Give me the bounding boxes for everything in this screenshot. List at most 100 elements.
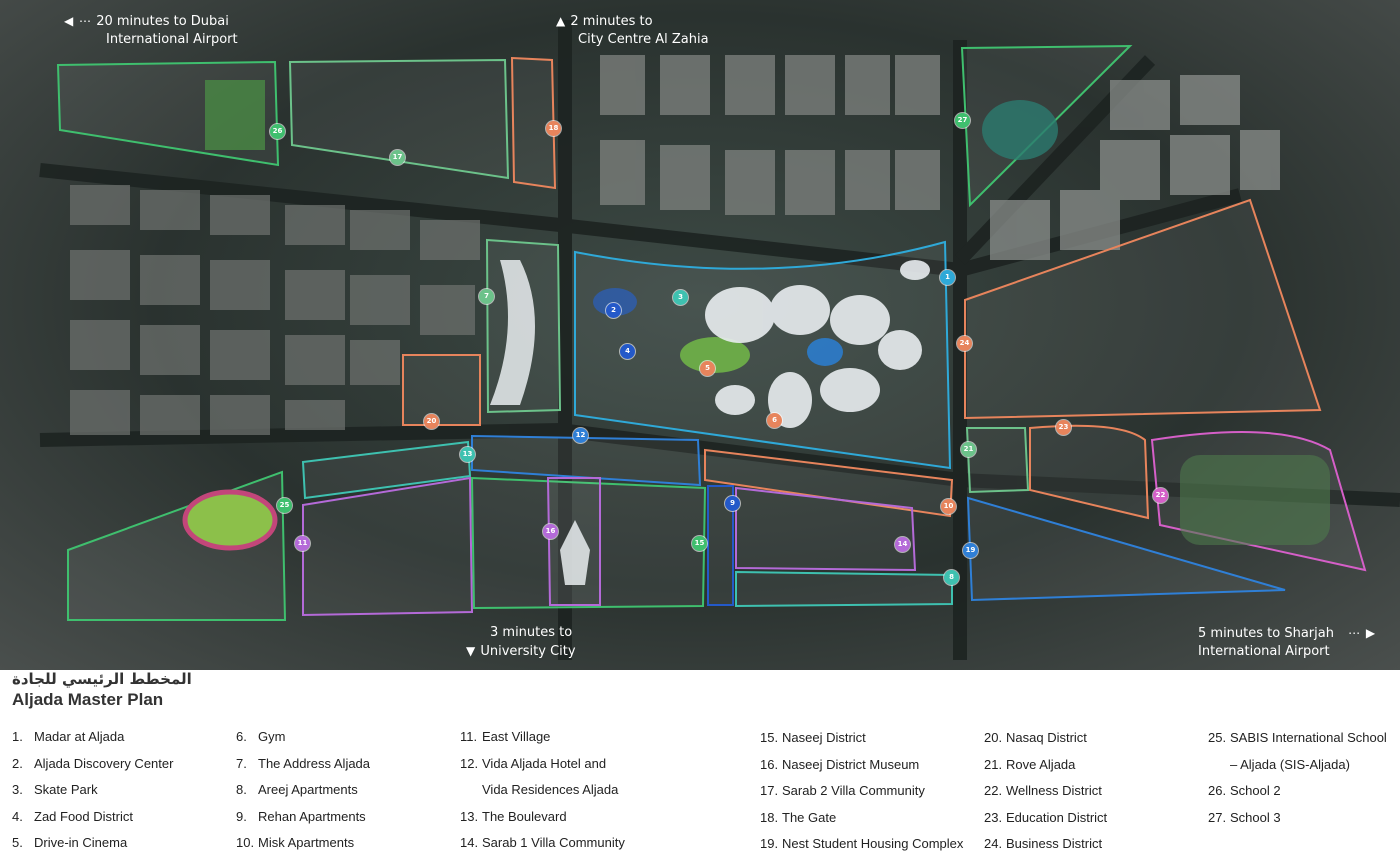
legend-item: 14. Sarab 1 Villa Community — [460, 834, 625, 861]
legend-item-number: 9. — [236, 808, 247, 824]
zone-marker-15[interactable]: 15 — [692, 536, 707, 551]
legend-item-label: Rove Aljada — [1006, 756, 1076, 772]
legend-item: 17. Sarab 2 Villa Community — [760, 782, 963, 809]
legend-item: 10. Misk Apartments — [236, 834, 370, 861]
zone-marker-22[interactable]: 22 — [1153, 488, 1168, 503]
legend-item: 24. Business District — [984, 835, 1107, 862]
legend-item: 4. Zad Food District — [12, 808, 173, 835]
legend-item: 6. Gym — [236, 728, 370, 755]
legend-item: 3. Skate Park — [12, 781, 173, 808]
legend-item: 11. East Village — [460, 728, 625, 755]
legend-item: 22. Wellness District — [984, 782, 1107, 809]
direction-line1: 20 minutes to Dubai — [96, 14, 229, 29]
legend-item-label: Wellness District — [1006, 783, 1102, 798]
legend-item-label: Gym — [258, 729, 286, 744]
legend-item-label: Nasaq District — [1006, 730, 1087, 745]
down-arrow-icon: ▼ — [466, 644, 477, 658]
legend-item-number: 18. — [760, 809, 779, 825]
legend-item: 16. Naseej District Museum — [760, 756, 963, 783]
zone-marker-5[interactable]: 5 — [700, 361, 715, 376]
zone-marker-12[interactable]: 12 — [573, 428, 588, 443]
legend-item-label: SABIS International School — [1230, 730, 1387, 745]
zone-marker-8[interactable]: 8 — [944, 570, 959, 585]
direction-line2: University City — [480, 644, 576, 659]
legend-item-number: 14. — [460, 835, 479, 850]
legend-item-number: 17. — [760, 783, 779, 798]
zone-marker-26[interactable]: 26 — [270, 124, 285, 139]
zone-marker-11[interactable]: 11 — [295, 536, 310, 551]
legend-item: 15. Naseej District — [760, 729, 963, 756]
zone-marker-3[interactable]: 3 — [673, 290, 688, 305]
legend-item-number: 1. — [12, 729, 23, 744]
direction-university-city: 3 minutes to ▼ University City — [466, 624, 576, 661]
direction-line1: 3 minutes to — [490, 625, 573, 640]
legend-column-5: 20. Nasaq District 21. Rove Aljada 22. Wellne… — [984, 729, 1107, 862]
legend-item: 21. Rove Aljada — [984, 756, 1107, 783]
legend-item-number: 19. — [760, 836, 779, 851]
legend-item-number: 4. — [12, 808, 23, 824]
zone-marker-16[interactable]: 16 — [543, 524, 558, 539]
zone-marker-19[interactable]: 19 — [963, 543, 978, 558]
legend-item-label: Sarab 2 Villa Community — [782, 783, 925, 798]
zone-marker-24[interactable]: 24 — [957, 336, 972, 351]
legend-item: 8. Areej Apartments — [236, 781, 370, 808]
zone-marker-9[interactable]: 9 — [725, 496, 740, 511]
right-arrow-icon: ⋯ ▶ — [1348, 626, 1377, 640]
legend-item-label: Vida Residences Aljada — [482, 782, 619, 797]
legend-item-label: Zad Food District — [34, 808, 133, 824]
legend-item: 12. Vida Aljada Hotel and — [460, 755, 625, 782]
legend-item-number: 23. — [984, 809, 1003, 825]
zone-marker-7[interactable]: 7 — [479, 289, 494, 304]
legend-panel — [0, 670, 1400, 860]
legend-item-number: 3. — [12, 782, 23, 797]
legend-item: 27. School 3 — [1208, 809, 1387, 836]
direction-line2: International Airport — [1198, 644, 1330, 659]
legend-item-label: The Address Aljada — [258, 755, 371, 771]
zone-marker-10[interactable]: 10 — [941, 499, 956, 514]
legend-item-number: 27. — [1208, 809, 1227, 825]
legend-item-label: Naseej District Museum — [782, 756, 920, 772]
direction-line2: City Centre Al Zahia — [578, 32, 709, 47]
legend-item-number: 2. — [12, 755, 23, 771]
zone-marker-18[interactable]: 18 — [546, 121, 561, 136]
legend-item: 18. The Gate — [760, 809, 963, 836]
legend-item-number: 5. — [12, 835, 23, 850]
legend-item: Vida Residences Aljada — [460, 781, 625, 808]
legend-item-label: Nest Student Housing Complex — [782, 836, 964, 851]
legend-item-label: Aljada Discovery Center — [34, 755, 174, 771]
legend-title-arabic: المخطط الرئيسي للجادة — [12, 670, 192, 688]
legend-item-label: School 3 — [1230, 809, 1281, 825]
legend-item-label: Rehan Apartments — [258, 808, 366, 824]
legend-item-label: East Village — [482, 729, 551, 744]
zone-marker-1[interactable]: 1 — [940, 270, 955, 285]
zone-marker-20[interactable]: 20 — [424, 414, 439, 429]
legend-item-label: Drive-in Cinema — [34, 835, 128, 850]
zone-marker-25[interactable]: 25 — [277, 498, 292, 513]
legend-item-number: 11. — [460, 729, 478, 744]
direction-line1: 5 minutes to Sharjah — [1198, 626, 1334, 641]
legend-item-label: Misk Apartments — [258, 835, 355, 850]
legend-item: 2. Aljada Discovery Center — [12, 755, 173, 782]
direction-line2: International Airport — [106, 32, 238, 47]
zone-marker-21[interactable]: 21 — [961, 442, 976, 457]
master-plan-map[interactable]: ◀ ⋯ 20 minutes to Dubai International Ai… — [0, 0, 1400, 670]
legend-item: 26. School 2 — [1208, 782, 1387, 809]
direction-dubai-airport: ◀ ⋯ 20 minutes to Dubai International Ai… — [64, 12, 238, 49]
legend-title: Aljada Master Plan — [12, 690, 164, 709]
zone-marker-14[interactable]: 14 — [895, 537, 910, 552]
zone-marker-13[interactable]: 13 — [460, 447, 475, 462]
legend-item: 7. The Address Aljada — [236, 755, 370, 782]
zone-marker-17[interactable]: 17 — [390, 150, 405, 165]
up-arrow-icon: ▲ — [556, 14, 567, 28]
legend-item-number: 21. — [984, 756, 1003, 772]
zone-marker-2[interactable]: 2 — [606, 303, 621, 318]
legend-item-number: 15. — [760, 730, 779, 745]
zone-marker-4[interactable]: 4 — [620, 344, 635, 359]
legend-item-number: 16. — [760, 756, 779, 772]
zone-marker-23[interactable]: 23 — [1056, 420, 1071, 435]
zone-marker-27[interactable]: 27 — [955, 113, 970, 128]
legend-item-label: The Gate — [782, 809, 837, 825]
legend-item-label: Skate Park — [34, 782, 98, 797]
legend-item: 13. The Boulevard — [460, 808, 625, 835]
zone-marker-6[interactable]: 6 — [767, 413, 782, 428]
